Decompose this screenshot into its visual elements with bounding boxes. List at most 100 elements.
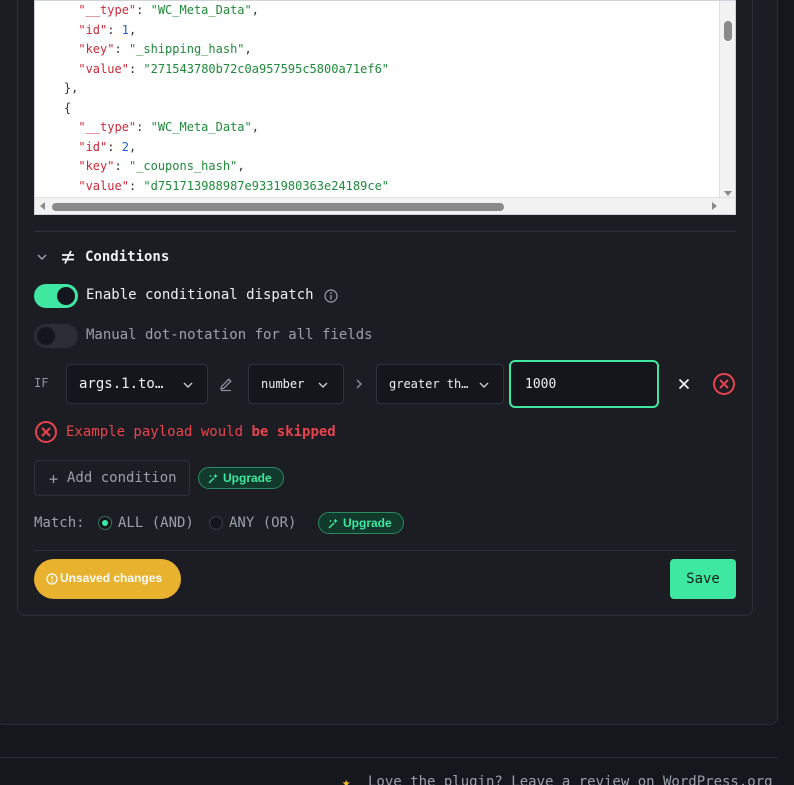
code-token: :	[107, 139, 122, 154]
chevron-down-icon	[318, 382, 328, 388]
code-line: },	[35, 79, 721, 99]
upgrade-badge[interactable]: Upgrade	[198, 467, 284, 489]
code-token: "_shipping_hash"	[128, 42, 245, 56]
code-token: "__type"	[78, 3, 137, 17]
code-line: "value": "271543780b72c0a957595c5800a71e…	[35, 60, 721, 80]
code-token: "id"	[78, 139, 108, 154]
code-token: :	[107, 22, 122, 37]
skip-warning-prefix: Example payload would	[66, 424, 252, 440]
match-label: Match:	[34, 515, 85, 531]
manual-dot-notation-toggle[interactable]	[34, 324, 78, 348]
manual-dot-notation-label: Manual dot-notation for all fields	[86, 327, 373, 343]
chevron-down-icon	[183, 382, 193, 388]
match-any-label[interactable]: ANY (OR)	[229, 515, 296, 531]
sparkle-icon	[208, 473, 218, 484]
code-line: "key": "_coupons_hash",	[35, 157, 721, 177]
conditions-title[interactable]: Conditions	[85, 249, 169, 265]
vertical-scrollbar[interactable]	[719, 1, 735, 199]
enable-conditional-toggle[interactable]	[34, 284, 78, 308]
save-button[interactable]: Save	[670, 559, 736, 599]
remove-condition-icon[interactable]	[712, 372, 736, 396]
info-icon[interactable]	[324, 289, 338, 303]
code-token: ,	[128, 139, 137, 154]
operator-select-value: greater th…	[389, 377, 469, 391]
sparkle-icon	[328, 518, 338, 529]
code-lines: "__type": "WC_Meta_Data", "id": 1, "key"…	[35, 1, 721, 199]
upgrade-badge[interactable]: Upgrade	[318, 512, 404, 534]
add-condition-button[interactable]: + Add condition	[34, 460, 190, 496]
code-token: ,	[128, 22, 137, 37]
not-equal-icon	[62, 250, 74, 264]
code-line: "key": "_shipping_hash",	[35, 40, 721, 60]
code-token: 1	[121, 22, 129, 37]
chevron-down-icon[interactable]	[36, 251, 48, 263]
match-any-radio[interactable]	[209, 516, 223, 530]
footer-divider	[0, 757, 778, 758]
scroll-right-arrow-icon[interactable]	[712, 202, 717, 210]
code-token: "_coupons_hash"	[128, 159, 238, 173]
star-icon: ★	[342, 775, 351, 785]
code-token: {	[35, 100, 72, 115]
code-token: :	[136, 3, 151, 17]
condition-value-input[interactable]	[509, 360, 659, 408]
code-token: ,	[244, 42, 252, 56]
code-token: "id"	[78, 22, 108, 37]
code-token: :	[114, 42, 129, 56]
field-select[interactable]: args.1.to…	[66, 364, 208, 404]
section-divider	[34, 231, 736, 232]
scroll-left-arrow-icon[interactable]	[40, 202, 45, 210]
code-token: :	[128, 178, 144, 193]
code-token: "value"	[78, 178, 129, 193]
code-token: "key"	[78, 159, 115, 173]
code-line: "value": "d751713988987e9331980363e24189…	[35, 177, 721, 197]
code-token: :	[136, 120, 151, 134]
code-token: :	[114, 159, 129, 173]
code-token: "d751713988987e9331980363e24189ce"	[143, 178, 390, 193]
match-all-label[interactable]: ALL (AND)	[118, 515, 194, 531]
type-select-value: number	[261, 377, 305, 391]
code-line: {	[35, 99, 721, 119]
type-select[interactable]: number	[248, 364, 344, 404]
code-line: "id": 2,	[35, 138, 721, 158]
pencil-icon[interactable]	[218, 376, 234, 392]
payload-code-viewer[interactable]: "__type": "WC_Meta_Data", "id": 1, "key"…	[34, 0, 736, 215]
vertical-scroll-thumb[interactable]	[724, 21, 732, 41]
toggle-knob	[57, 287, 75, 305]
code-token: "WC_Meta_Data"	[150, 3, 252, 17]
plus-icon: +	[49, 470, 59, 488]
enable-conditional-label: Enable conditional dispatch	[86, 287, 314, 303]
code-token: "key"	[78, 42, 115, 56]
chevron-down-icon	[479, 382, 489, 388]
code-token: :	[128, 61, 144, 76]
horizontal-scrollbar[interactable]	[35, 197, 735, 214]
code-token: },	[35, 81, 79, 95]
scroll-down-arrow-icon[interactable]	[724, 191, 732, 196]
code-token: "271543780b72c0a957595c5800a71ef6"	[143, 61, 390, 76]
chevron-right-icon	[356, 379, 362, 389]
match-all-radio[interactable]	[98, 516, 112, 530]
close-icon[interactable]	[677, 377, 691, 391]
unsaved-changes-badge: Unsaved changes	[34, 559, 181, 599]
operator-select[interactable]: greater th…	[376, 364, 504, 404]
if-label: IF	[34, 376, 49, 390]
code-token: 2	[121, 139, 129, 154]
horizontal-scroll-thumb[interactable]	[52, 203, 504, 211]
code-token: ,	[237, 159, 245, 173]
review-link[interactable]: Love the plugin? Leave a review on WordP…	[368, 774, 773, 785]
code-token: ,	[251, 3, 259, 17]
upgrade-label: Upgrade	[223, 471, 272, 485]
add-condition-label: Add condition	[67, 470, 177, 486]
section-divider	[34, 550, 736, 551]
unsaved-changes-label: Unsaved changes	[60, 571, 163, 585]
radio-dot	[102, 520, 108, 526]
skip-warning-strong: be skipped	[251, 424, 336, 440]
code-token: "__type"	[78, 120, 137, 134]
